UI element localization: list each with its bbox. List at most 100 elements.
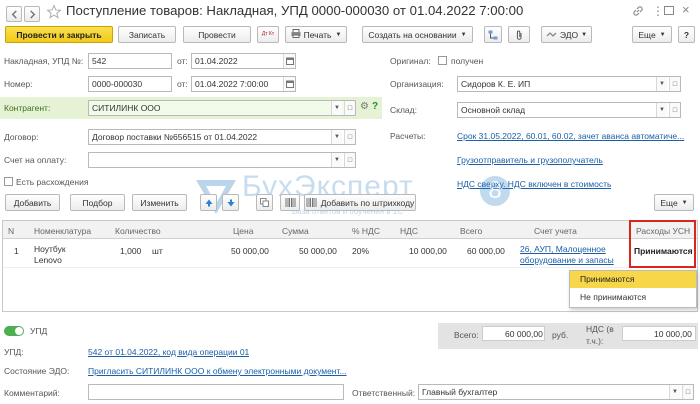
- chevron-down-icon: ▼: [659, 31, 666, 38]
- invoice-date-input[interactable]: 01.04.2022: [191, 53, 296, 69]
- row-account-line1[interactable]: 26, АУП, Малоценное: [520, 244, 606, 254]
- calendar-icon[interactable]: [283, 54, 295, 68]
- contractor-value: СИТИЛИНК ООО: [92, 103, 161, 113]
- post-button[interactable]: Провести: [183, 26, 251, 43]
- open-icon[interactable]: □: [344, 101, 355, 115]
- arrow-left-icon: [11, 9, 17, 19]
- move-down-button[interactable]: [222, 194, 239, 211]
- open-icon[interactable]: □: [669, 103, 680, 117]
- print-button[interactable]: Печать ▼: [285, 26, 347, 43]
- col-header-total[interactable]: Всего: [460, 224, 482, 238]
- structure-button[interactable]: [484, 26, 502, 43]
- contract-value: Договор поставки №656515 от 01.04.2022: [92, 132, 258, 142]
- contract-input[interactable]: Договор поставки №656515 от 01.04.2022 ▼…: [88, 129, 356, 145]
- save-button[interactable]: Записать: [118, 26, 176, 43]
- dt-kt-button[interactable]: Дт Кт: [257, 26, 279, 43]
- post-and-close-button[interactable]: Провести и закрыть: [5, 26, 113, 43]
- col-header-vat[interactable]: НДС: [400, 224, 418, 238]
- open-icon[interactable]: □: [669, 77, 680, 91]
- invoice-from-label: от:: [177, 56, 188, 66]
- payment-invoice-input[interactable]: ▼ □: [88, 152, 356, 168]
- settlements-link[interactable]: Срок 31.05.2022, 60.01, 60.02, зачет ава…: [457, 131, 693, 141]
- barcode-icon: [285, 198, 295, 207]
- chevron-down-icon: ▼: [581, 31, 588, 38]
- col-header-sum[interactable]: Сумма: [282, 224, 309, 238]
- toggle-knob: [15, 327, 23, 335]
- edo-invite-link[interactable]: Пригласить СИТИЛИНК ООО к обмену электро…: [88, 366, 376, 376]
- maximize-icon[interactable]: [664, 6, 674, 15]
- watermark-digit: 8: [480, 176, 510, 206]
- invoice-number-label: Накладная, УПД №:: [4, 56, 84, 66]
- settings-icon[interactable]: ⚙: [360, 101, 369, 112]
- comment-input[interactable]: [88, 384, 344, 400]
- dropdown-option-accepted[interactable]: Принимаются: [570, 271, 696, 288]
- create-based-label: Создать на основании: [368, 29, 457, 40]
- row-account-line2[interactable]: оборудование и запасы: [520, 255, 614, 265]
- upd-link[interactable]: 542 от 01.04.2022, код вида операции 01: [88, 347, 249, 357]
- chevron-down-icon[interactable]: ▼: [331, 153, 342, 167]
- number-from-label: от:: [177, 79, 188, 89]
- invoice-number-input[interactable]: 542: [88, 53, 172, 69]
- select-button[interactable]: Подбор: [70, 194, 125, 211]
- col-header-account[interactable]: Счет учета: [534, 224, 577, 238]
- forward-button[interactable]: [24, 6, 40, 22]
- organization-input[interactable]: Сидоров К. Е. ИП ▼ □: [457, 76, 681, 92]
- more-button[interactable]: Еще ▼: [632, 26, 672, 43]
- upd-toggle[interactable]: [4, 326, 24, 336]
- add-by-barcode-button[interactable]: Добавить по штрихкоду: [304, 194, 416, 211]
- edo-label: ЭДО: [559, 29, 579, 40]
- organization-label: Организация:: [390, 79, 444, 89]
- col-header-qty[interactable]: Количество: [115, 224, 161, 238]
- print-label: Печать: [303, 29, 332, 40]
- chevron-down-icon: ▼: [335, 31, 342, 38]
- chevron-down-icon[interactable]: ▼: [331, 130, 342, 144]
- contractor-label: Контрагент:: [4, 103, 51, 113]
- row-usn-expenses[interactable]: Принимаются: [634, 246, 693, 256]
- col-header-price[interactable]: Цена: [233, 224, 253, 238]
- number-input[interactable]: 0000-000030: [88, 76, 172, 92]
- help-button[interactable]: ?: [678, 26, 695, 43]
- chevron-down-icon[interactable]: ▼: [669, 385, 680, 399]
- change-button[interactable]: Изменить: [132, 194, 187, 211]
- calendar-icon[interactable]: [283, 77, 295, 91]
- warehouse-input[interactable]: Основной склад ▼ □: [457, 102, 681, 118]
- chevron-down-icon[interactable]: ▼: [656, 77, 667, 91]
- number-datetime-input[interactable]: 01.04.2022 7:00:00: [191, 76, 296, 92]
- discrepancies-checkbox[interactable]: [4, 177, 13, 186]
- barcode-toggle-button[interactable]: [280, 194, 300, 211]
- attach-button[interactable]: [508, 26, 530, 43]
- open-icon[interactable]: □: [682, 385, 693, 399]
- favorite-star-icon[interactable]: [46, 4, 62, 22]
- table-more-button[interactable]: Еще ▼: [654, 194, 694, 211]
- chevron-down-icon[interactable]: ▼: [656, 103, 667, 117]
- upd-label: УПД:: [4, 347, 24, 357]
- link-icon[interactable]: [632, 5, 644, 19]
- received-checkbox[interactable]: [438, 56, 447, 65]
- move-up-button[interactable]: [200, 194, 217, 211]
- help-question-icon[interactable]: ?: [372, 101, 378, 112]
- close-window-icon[interactable]: ×: [682, 2, 690, 17]
- copy-row-button[interactable]: [256, 194, 273, 211]
- contractor-input[interactable]: СИТИЛИНК ООО ▼ □: [88, 100, 356, 116]
- back-button[interactable]: [6, 6, 22, 22]
- vat-total-value: 10 000,00: [654, 329, 692, 339]
- open-icon[interactable]: □: [344, 130, 355, 144]
- col-header-n[interactable]: N: [8, 224, 14, 238]
- col-header-vat-pct[interactable]: % НДС: [352, 224, 380, 238]
- open-icon[interactable]: □: [344, 153, 355, 167]
- create-based-on-button[interactable]: Создать на основании ▼: [362, 26, 473, 43]
- edo-button[interactable]: ЭДО ▼: [541, 26, 592, 43]
- responsible-input[interactable]: Главный бухгалтер ▼ □: [418, 384, 694, 400]
- row-quantity: 1,000: [120, 246, 142, 256]
- kebab-menu-icon[interactable]: ⋮: [652, 4, 664, 18]
- original-label: Оригинал:: [390, 56, 431, 66]
- responsible-label: Ответственный:: [352, 388, 416, 398]
- chevron-down-icon[interactable]: ▼: [331, 101, 342, 115]
- col-header-item[interactable]: Номенклатура: [34, 224, 91, 238]
- usn-column-highlight: [629, 220, 696, 268]
- dropdown-option-not-accepted[interactable]: Не принимаются: [570, 289, 696, 306]
- add-row-button[interactable]: Добавить: [5, 194, 60, 211]
- number-value: 0000-000030: [92, 79, 143, 89]
- row-unit: шт: [152, 246, 163, 256]
- shipper-consignee-link[interactable]: Грузоотправитель и грузополучатель: [457, 155, 603, 165]
